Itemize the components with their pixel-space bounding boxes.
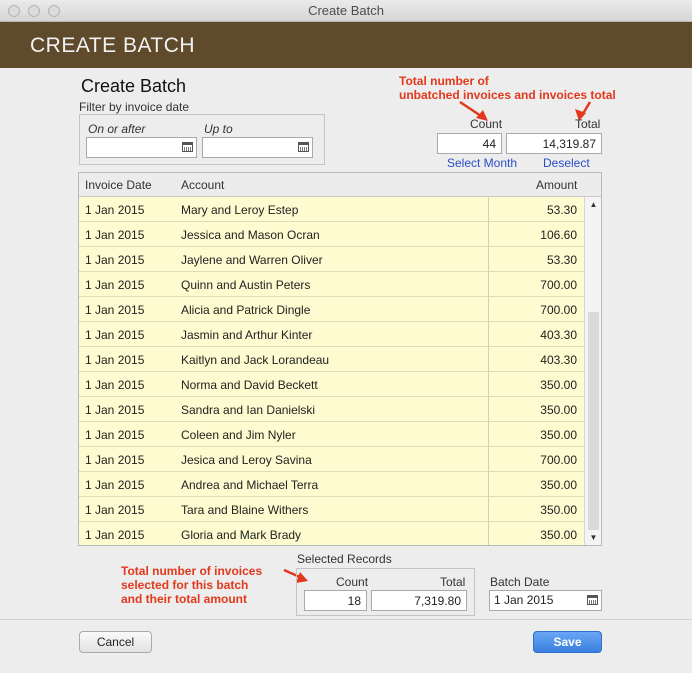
cell-invoice-date: 1 Jan 2015 — [85, 528, 145, 542]
on-or-after-input[interactable] — [86, 137, 197, 158]
cell-invoice-date: 1 Jan 2015 — [85, 203, 145, 217]
cell-account: Norma and David Beckett — [181, 378, 318, 392]
cell-account: Coleen and Jim Nyler — [181, 428, 296, 442]
selected-total-field: 7,319.80 — [371, 590, 467, 611]
cell-account: Gloria and Mark Brady — [181, 528, 302, 542]
up-to-input[interactable] — [202, 137, 313, 158]
deselect-link[interactable]: Deselect — [543, 156, 590, 170]
selected-total-label: Total — [440, 575, 466, 589]
unbatched-annotation-line1: Total number of — [399, 74, 489, 88]
table-row[interactable]: 1 Jan 2015 Tara and Blaine Withers 350.00 — [79, 497, 584, 522]
unbatched-total-label: Total — [575, 117, 601, 131]
calendar-icon[interactable] — [182, 142, 193, 152]
cell-amount: 403.30 — [540, 328, 577, 342]
scroll-down-arrow-icon[interactable]: ▼ — [585, 530, 602, 545]
save-button[interactable]: Save — [533, 631, 602, 653]
unbatched-total-field: 14,319.87 — [506, 133, 602, 154]
cell-invoice-date: 1 Jan 2015 — [85, 228, 145, 242]
cell-amount: 403.30 — [540, 353, 577, 367]
table-row[interactable]: 1 Jan 2015 Andrea and Michael Terra 350.00 — [79, 472, 584, 497]
table-row[interactable]: 1 Jan 2015 Alicia and Patrick Dingle 700.0… — [79, 297, 584, 322]
select-month-link[interactable]: Select Month — [447, 156, 517, 170]
cell-invoice-date: 1 Jan 2015 — [85, 253, 145, 267]
filter-label: Filter by invoice date — [79, 100, 190, 114]
cell-amount: 350.00 — [540, 428, 577, 442]
invoice-table: Invoice Date Account Amount 1 Jan 2015 Ma… — [78, 172, 602, 546]
window-title: Create Batch — [308, 3, 384, 18]
page-banner: CREATE BATCH — [0, 22, 692, 68]
header-invoice-date[interactable]: Invoice Date — [85, 178, 152, 192]
selected-annotation-line1: Total number of invoices — [121, 564, 263, 578]
form-heading: Create Batch — [81, 76, 187, 96]
cell-amount: 350.00 — [540, 528, 577, 542]
table-row[interactable]: 1 Jan 2015 Jessica and Mason Ocran 106.60 — [79, 222, 584, 247]
cell-amount: 53.30 — [546, 203, 577, 217]
cell-amount: 700.00 — [540, 278, 577, 292]
cell-account: Tara and Blaine Withers — [181, 503, 309, 517]
cell-account: Jaylene and Warren Oliver — [181, 253, 323, 267]
table-scrollbar[interactable]: ▲ ▼ — [584, 197, 601, 545]
cancel-button[interactable]: Cancel — [79, 631, 152, 653]
selected-records-title: Selected Records — [297, 552, 392, 566]
header-account[interactable]: Account — [181, 178, 224, 192]
cell-amount: 106.60 — [540, 228, 577, 242]
cell-account: Jesica and Leroy Savina — [181, 453, 312, 467]
batch-date-input[interactable]: 1 Jan 2015 — [489, 590, 602, 611]
table-row[interactable]: 1 Jan 2015 Jaylene and Warren Oliver 53.30 — [79, 247, 584, 272]
table-row[interactable]: 1 Jan 2015 Mary and Leroy Estep 53.30 — [79, 197, 584, 222]
cell-invoice-date: 1 Jan 2015 — [85, 278, 145, 292]
table-row[interactable]: 1 Jan 2015 Jasmin and Arthur Kinter 403.30 — [79, 322, 584, 347]
cell-invoice-date: 1 Jan 2015 — [85, 303, 145, 317]
selected-count-field: 18 — [304, 590, 367, 611]
table-row[interactable]: 1 Jan 2015 Kaitlyn and Jack Lorandeau 403.… — [79, 347, 584, 372]
table-row[interactable]: 1 Jan 2015 Norma and David Beckett 350.00 — [79, 372, 584, 397]
cell-account: Jasmin and Arthur Kinter — [181, 328, 313, 342]
cell-invoice-date: 1 Jan 2015 — [85, 378, 145, 392]
up-to-label: Up to — [204, 122, 233, 136]
scroll-up-arrow-icon[interactable]: ▲ — [585, 197, 602, 212]
cell-invoice-date: 1 Jan 2015 — [85, 403, 145, 417]
cell-amount: 350.00 — [540, 378, 577, 392]
cell-amount: 53.30 — [546, 253, 577, 267]
unbatched-count-field: 44 — [437, 133, 502, 154]
table-header: Invoice Date Account Amount — [79, 173, 601, 197]
cell-account: Kaitlyn and Jack Lorandeau — [181, 353, 330, 367]
cell-account: Andrea and Michael Terra — [181, 478, 319, 492]
window-titlebar: Create Batch — [0, 0, 692, 22]
table-row[interactable]: 1 Jan 2015 Jesica and Leroy Savina 700.00 — [79, 447, 584, 472]
cell-account: Mary and Leroy Estep — [181, 203, 299, 217]
selected-annotation-line2: selected for this batch — [121, 578, 249, 592]
selected-annotation-line3: and their total amount — [121, 592, 247, 606]
banner-title: CREATE BATCH — [30, 34, 196, 57]
calendar-icon[interactable] — [298, 142, 309, 152]
selected-count-label: Count — [336, 575, 369, 589]
cell-invoice-date: 1 Jan 2015 — [85, 453, 145, 467]
scrollbar-track[interactable] — [588, 312, 599, 530]
cell-account: Alicia and Patrick Dingle — [181, 303, 311, 317]
table-rows: 1 Jan 2015 Mary and Leroy Estep 53.30 1 Jan… — [79, 197, 584, 545]
cell-invoice-date: 1 Jan 2015 — [85, 328, 145, 342]
cell-amount: 350.00 — [540, 403, 577, 417]
cell-account: Quinn and Austin Peters — [181, 278, 311, 292]
table-row[interactable]: 1 Jan 2015 Quinn and Austin Peters 700.00 — [79, 272, 584, 297]
table-row[interactable]: 1 Jan 2015 Coleen and Jim Nyler 350.00 — [79, 422, 584, 447]
table-row[interactable]: 1 Jan 2015 Sandra and Ian Danielski 350.00 — [79, 397, 584, 422]
on-or-after-label: On or after — [88, 122, 146, 136]
cell-amount: 700.00 — [540, 453, 577, 467]
cell-account: Sandra and Ian Danielski — [181, 403, 316, 417]
batch-date-label: Batch Date — [490, 575, 550, 589]
unbatched-count-label: Count — [470, 117, 503, 131]
cell-amount: 350.00 — [540, 478, 577, 492]
table-row[interactable]: 1 Jan 2015 Gloria and Mark Brady 350.00 — [79, 522, 584, 545]
cell-amount: 700.00 — [540, 303, 577, 317]
cell-account: Jessica and Mason Ocran — [181, 228, 320, 242]
cell-invoice-date: 1 Jan 2015 — [85, 503, 145, 517]
cell-amount: 350.00 — [540, 503, 577, 517]
column-divider — [488, 197, 489, 545]
calendar-icon[interactable] — [587, 595, 598, 605]
cell-invoice-date: 1 Jan 2015 — [85, 478, 145, 492]
cell-invoice-date: 1 Jan 2015 — [85, 353, 145, 367]
header-amount[interactable]: Amount — [536, 178, 577, 192]
cell-invoice-date: 1 Jan 2015 — [85, 428, 145, 442]
